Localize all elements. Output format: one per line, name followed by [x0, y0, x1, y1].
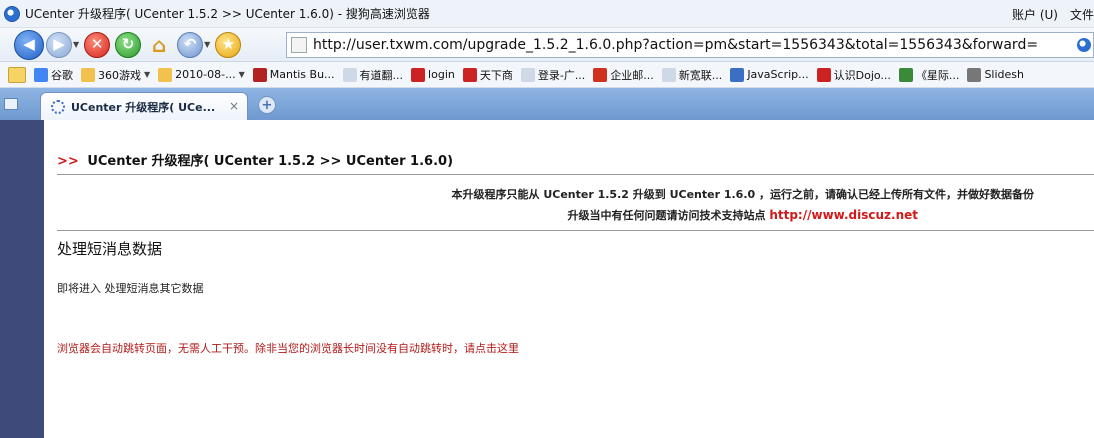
forward-dropdown-icon[interactable]: ▼	[73, 40, 79, 49]
bookmark-item[interactable]: 新宽联...	[661, 67, 723, 83]
bookmark-item[interactable]: Slidesh	[967, 67, 1024, 82]
bookmark-label: Slidesh	[984, 68, 1024, 81]
window-title: UCenter 升级程序( UCenter 1.5.2 >> UCenter 1…	[25, 7, 430, 21]
js-icon	[730, 67, 745, 82]
google-icon	[34, 67, 48, 82]
support-link[interactable]: http://www.discuz.net	[769, 208, 918, 222]
bookmark-label: 360游戏	[98, 68, 141, 82]
tab-close-icon[interactable]: ×	[229, 99, 239, 113]
title-bar: UCenter 升级程序( UCenter 1.5.2 >> UCenter 1…	[0, 0, 1094, 28]
bookmark-item[interactable]: 谷歌	[34, 67, 73, 83]
bookmark-item[interactable]: 天下商	[462, 67, 513, 83]
restore-button[interactable]: ↶	[177, 31, 204, 58]
bookmark-item[interactable]: Mantis Bu...	[252, 67, 335, 82]
dojo-icon	[816, 67, 831, 82]
menu-bar: 账户 (U) 文件	[1012, 6, 1094, 23]
navigation-toolbar: ◀ ▶ ▼ ✕ ↻ ⌂ ↶ ▼ ★	[0, 28, 1094, 62]
bookmark-label: 认识Dojo...	[833, 68, 891, 82]
bookmark-label: 企业邮...	[610, 68, 654, 82]
page-icon	[520, 67, 535, 82]
sogou-search-icon[interactable]	[1077, 38, 1091, 52]
forward-button[interactable]: ▶	[46, 31, 72, 58]
loading-spinner-icon	[51, 99, 65, 114]
tab-ucenter-upgrade[interactable]: UCenter 升级程序( UCe... ×	[40, 92, 248, 120]
url-input[interactable]	[313, 37, 1073, 53]
bookmark-item[interactable]: 《星际...	[898, 67, 960, 83]
divider	[57, 230, 1094, 231]
bookmark-label: JavaScrip...	[747, 68, 809, 81]
bookmark-item[interactable]: 企业邮...	[593, 67, 654, 83]
chevron-down-icon[interactable]: ▼	[144, 70, 150, 79]
notice-line-2: 升级当中有任何问题请访问技术支持站点 http://www.discuz.net	[452, 205, 1035, 226]
notice-line-1: 本升级程序只能从 UCenter 1.5.2 升级到 UCenter 1.6.0…	[451, 188, 1035, 201]
bookmark-label: 登录-广...	[537, 68, 586, 82]
tianxiashang-icon	[462, 67, 477, 82]
bookmark-item[interactable]: 登录-广...	[520, 67, 586, 83]
page-title: UCenter 升级程序( UCenter 1.5.2 >> UCenter 1…	[87, 154, 454, 169]
arrow-left-icon: ◀	[23, 35, 35, 53]
tab-bar: UCenter 升级程序( UCe... × +	[0, 88, 1094, 120]
folder-icon	[81, 67, 95, 82]
bookmark-label: 新宽联...	[678, 68, 723, 82]
home-button[interactable]: ⌂	[146, 32, 172, 58]
bookmark-label: 《星际...	[915, 68, 960, 82]
new-tab-button[interactable]: +	[258, 96, 276, 114]
bookmark-label: 有道翻...	[359, 68, 404, 82]
star-icon: ★	[221, 35, 236, 53]
close-icon: ✕	[90, 35, 104, 53]
refresh-button[interactable]: ↻	[115, 31, 142, 58]
bookmark-item[interactable]: JavaScrip...	[730, 67, 809, 82]
bookmark-label: 谷歌	[51, 68, 73, 82]
chevron-down-icon[interactable]: ▼	[239, 70, 245, 79]
slideshare-icon	[967, 67, 982, 82]
back-button[interactable]: ◀	[14, 29, 44, 60]
tab-label: UCenter 升级程序( UCe...	[71, 100, 216, 114]
address-bar[interactable]	[286, 32, 1094, 58]
bookmark-item[interactable]: 2010-08-... ▼	[158, 67, 245, 82]
home-icon: ⌂	[151, 32, 167, 57]
bookmarks-bar: 谷歌 360游戏 ▼ 2010-08-... ▼ Mantis Bu... 有道翻... lo…	[0, 62, 1094, 88]
divider	[57, 174, 1094, 175]
refresh-icon: ↻	[121, 35, 135, 53]
bookmark-label: login	[428, 68, 455, 81]
header-arrows: >>	[57, 154, 79, 169]
favorites-button[interactable]: ★	[215, 31, 242, 58]
page-icon	[342, 67, 357, 82]
favorites-folder-icon[interactable]	[8, 66, 26, 83]
menu-file[interactable]: 文件	[1070, 6, 1094, 23]
bookmark-item[interactable]: 360游戏 ▼	[81, 67, 150, 83]
side-frame	[0, 120, 44, 438]
folder-icon	[158, 67, 173, 82]
bookmark-item[interactable]: login	[411, 67, 455, 82]
redirect-link[interactable]: 浏览器会自动跳转页面，无需人工干预。除非当您的浏览器长时间没有自动跳转时，请点击…	[57, 340, 519, 356]
bookmark-label: Mantis Bu...	[269, 68, 335, 81]
sidebar-toggle-icon[interactable]	[4, 98, 18, 110]
login-icon	[411, 67, 426, 82]
arrow-right-icon: ▶	[53, 35, 65, 53]
restore-dropdown-icon[interactable]: ▼	[204, 40, 210, 49]
bookmark-item[interactable]: 认识Dojo...	[816, 67, 891, 83]
next-step-text: 即将进入 处理短消息其它数据	[57, 282, 204, 295]
bookmark-label: 2010-08-...	[175, 68, 236, 81]
starcraft-icon	[898, 67, 913, 82]
page-icon	[291, 37, 307, 53]
notice-support-text: 升级当中有任何问题请访问技术支持站点	[567, 209, 766, 222]
page-icon	[661, 67, 676, 82]
page-content: >> UCenter 升级程序( UCenter 1.5.2 >> UCente…	[44, 120, 1094, 438]
sogou-logo-icon	[4, 5, 20, 22]
section-title: 处理短消息数据	[57, 240, 163, 258]
mantis-icon	[252, 67, 267, 82]
upgrade-notice: 本升级程序只能从 UCenter 1.5.2 升级到 UCenter 1.6.0…	[452, 185, 1035, 226]
mail-icon	[593, 67, 608, 82]
stop-button[interactable]: ✕	[84, 31, 111, 58]
menu-account[interactable]: 账户 (U)	[1012, 6, 1058, 23]
bookmark-label: 天下商	[479, 68, 513, 82]
page-header: >> UCenter 升级程序( UCenter 1.5.2 >> UCente…	[57, 150, 453, 169]
undo-icon: ↶	[183, 35, 197, 53]
bookmark-item[interactable]: 有道翻...	[342, 67, 404, 83]
